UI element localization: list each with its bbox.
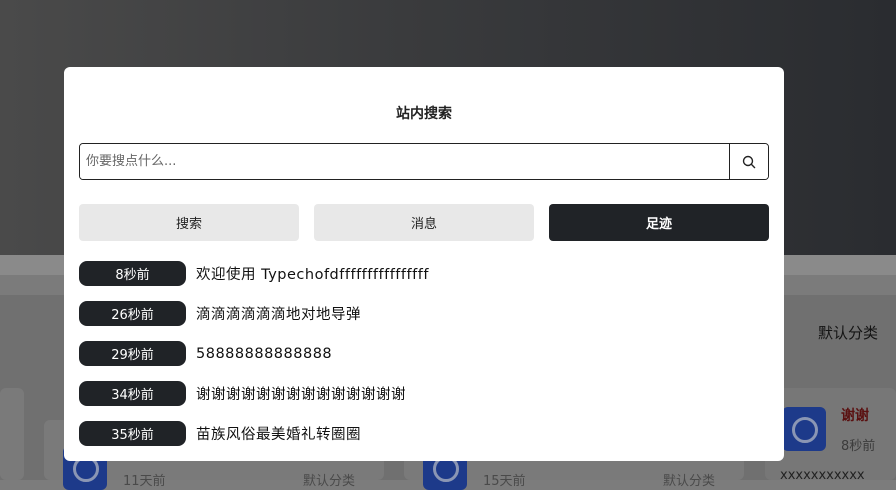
tab-bar: 搜索 消息 足迹	[79, 204, 769, 241]
post-card[interactable]	[0, 388, 24, 480]
category-label[interactable]: 默认分类	[818, 322, 878, 343]
history-title[interactable]: 58888888888888	[196, 346, 332, 362]
history-time-badge: 34秒前	[79, 381, 186, 406]
history-time-badge: 35秒前	[79, 421, 186, 446]
history-item[interactable]: 34秒前 谢谢谢谢谢谢谢谢谢谢谢谢谢谢	[79, 381, 769, 406]
side-card-name[interactable]: 谢谢	[841, 405, 869, 425]
history-title[interactable]: 苗族风俗最美婚礼转圈圈	[196, 423, 361, 444]
search-button[interactable]	[729, 144, 768, 179]
history-title[interactable]: 欢迎使用 Typechofdffffffffffffffff	[196, 263, 429, 284]
history-time-badge: 8秒前	[79, 261, 186, 286]
history-title[interactable]: 滴滴滴滴滴滴地对地导弹	[196, 303, 361, 324]
history-time-badge: 29秒前	[79, 341, 186, 366]
history-item[interactable]: 8秒前 欢迎使用 Typechofdffffffffffffffff	[79, 261, 769, 286]
side-card-time: 8秒前	[841, 439, 876, 454]
side-card-text: xxxxxxxxxxx	[780, 468, 865, 483]
tab-footprints[interactable]: 足迹	[549, 204, 769, 241]
history-title[interactable]: 谢谢谢谢谢谢谢谢谢谢谢谢谢谢	[196, 383, 406, 404]
tab-search[interactable]: 搜索	[79, 204, 299, 241]
avatar-icon	[782, 407, 826, 451]
history-item[interactable]: 26秒前 滴滴滴滴滴滴地对地导弹	[79, 301, 769, 326]
search-modal: 站内搜索 搜索 消息 足迹 8秒前 欢迎使用 Typechofdffffffff…	[64, 67, 784, 461]
modal-title: 站内搜索	[396, 106, 452, 122]
search-input[interactable]	[80, 144, 729, 179]
search-box	[79, 143, 769, 180]
tab-messages[interactable]: 消息	[314, 204, 534, 241]
search-icon	[742, 155, 756, 168]
history-item[interactable]: 29秒前 58888888888888	[79, 341, 769, 366]
history-item[interactable]: 35秒前 苗族风俗最美婚礼转圈圈	[79, 421, 769, 446]
history-time-badge: 26秒前	[79, 301, 186, 326]
